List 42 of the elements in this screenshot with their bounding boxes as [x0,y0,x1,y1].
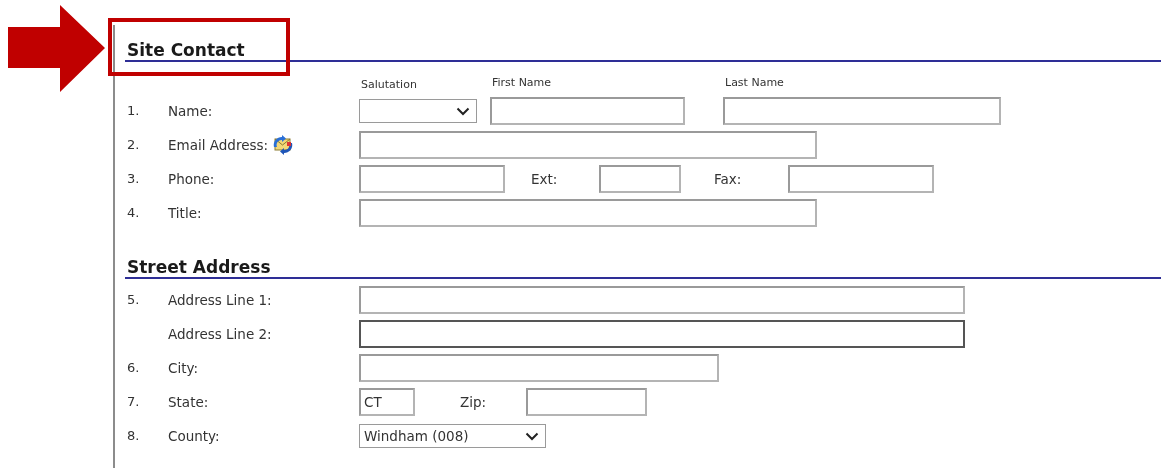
field-label: County: [168,428,220,444]
chevron-icon [456,106,470,116]
text-field[interactable] [490,97,685,125]
column-caption: Salutation [361,78,418,92]
text-field[interactable] [359,199,817,227]
dropdown-field[interactable] [359,99,477,123]
field-label: Address Line 1: [168,292,272,308]
text-field[interactable] [359,286,965,314]
field-label: Ext: [531,171,558,187]
row-number: 4. [127,205,140,220]
row-number: 7. [127,394,140,409]
text-field[interactable] [599,165,681,193]
sync-icon[interactable] [272,134,295,156]
field-label: State: [168,394,209,410]
section-heading: Site Contact [127,40,245,60]
row-number: 8. [127,428,140,443]
row-number: 1. [127,103,140,118]
row-number: 6. [127,360,140,375]
section-heading: Street Address [127,257,271,277]
row-number: 5. [127,292,140,307]
field-label: Name: [168,103,213,119]
text-field[interactable]: CT [359,388,415,416]
row-number: 3. [127,171,140,186]
field-label: Email Address: [168,137,269,153]
field-label: Address Line 2: [168,326,272,342]
field-label: Zip: [460,394,487,410]
text-field[interactable] [723,97,1001,125]
text-field[interactable] [788,165,934,193]
column-caption: Last Name [725,76,785,90]
field-label: Title: [168,205,202,221]
field-label: Phone: [168,171,215,187]
field-label: City: [168,360,199,376]
text-field[interactable] [359,354,719,382]
text-field[interactable] [359,131,817,159]
text-field[interactable] [359,320,965,348]
text-field[interactable] [526,388,647,416]
column-caption: First Name [492,76,553,90]
text-field[interactable] [359,165,505,193]
row-number: 2. [127,137,140,152]
dropdown-field[interactable]: Windham (008) [359,424,546,448]
chevron-icon [525,431,539,441]
field-label: Fax: [714,171,742,187]
